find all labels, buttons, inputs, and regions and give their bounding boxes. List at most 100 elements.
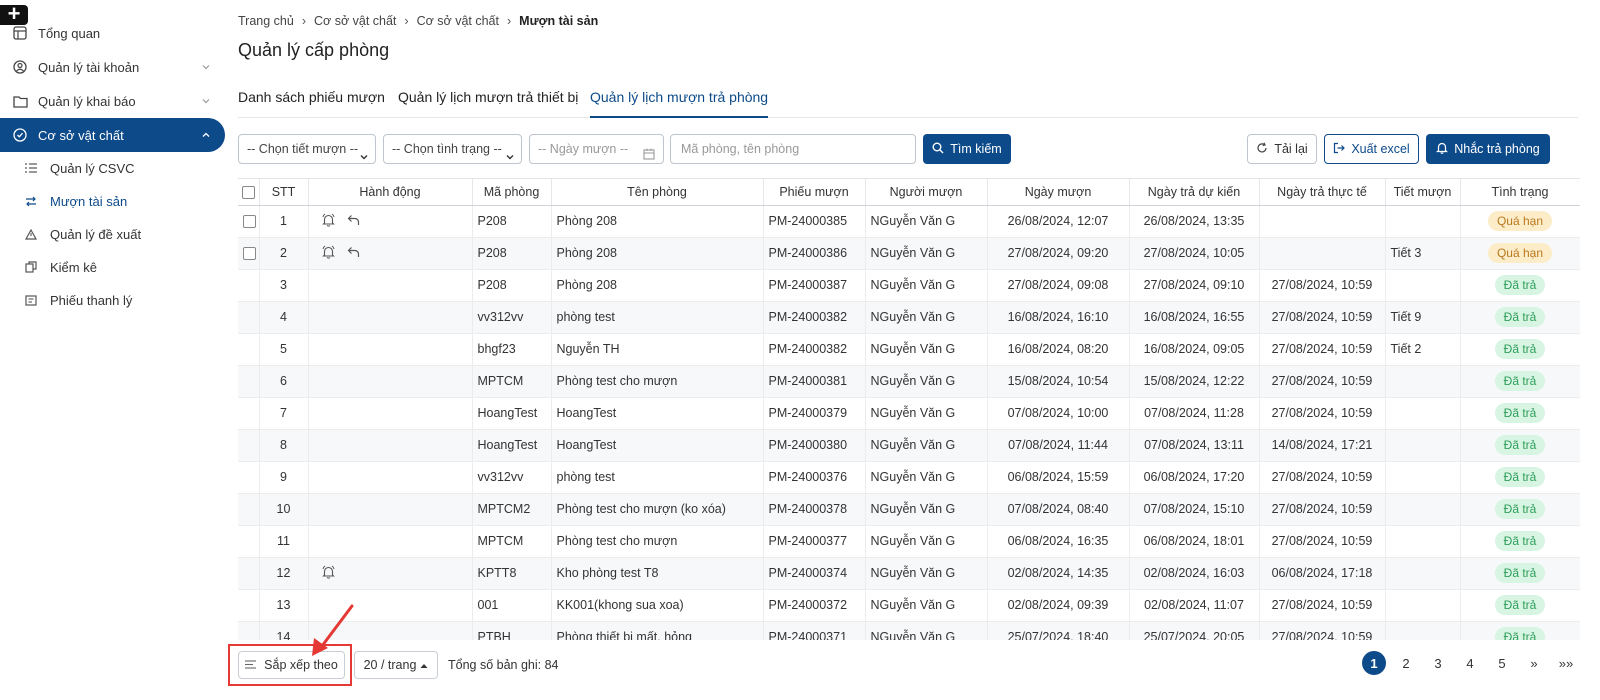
column-header[interactable]: Tên phòng <box>551 179 764 206</box>
bell-icon[interactable] <box>321 245 335 262</box>
sidebar-item-label: Tổng quan <box>38 25 101 41</box>
table-row: 9 vv312vv phòng test PM-24000376 NGuyễn Văn … <box>238 461 1580 494</box>
breadcrumb-item[interactable]: Trang chủ <box>238 14 294 28</box>
row-checkbox[interactable] <box>243 247 256 261</box>
column-header[interactable]: STT <box>259 179 309 206</box>
period-select[interactable]: -- Chọn tiết mượn -- <box>238 134 376 164</box>
cell-period <box>1385 493 1461 526</box>
sidebar-subitem-csvc[interactable]: Quản lý CSVC <box>0 152 225 184</box>
cell-code: PTBH <box>472 621 552 640</box>
row-checkbox[interactable] <box>243 215 256 229</box>
column-header[interactable]: Mã phòng <box>472 179 552 206</box>
undo-icon[interactable] <box>347 214 360 229</box>
row-index: 2 <box>259 237 309 270</box>
bell-icon[interactable] <box>321 565 335 582</box>
page-button-2[interactable]: 2 <box>1394 651 1418 675</box>
page-button-4[interactable]: 4 <box>1458 651 1482 675</box>
page-button-5[interactable]: 5 <box>1490 651 1514 675</box>
column-header[interactable]: Tiết mượn <box>1385 179 1461 206</box>
column-header[interactable]: Phiếu mượn <box>763 179 866 206</box>
cell-borrow-date: 15/08/2024, 10:54 <box>987 365 1130 398</box>
filter-bar: -- Chọn tiết mượn -- -- Chọn tình trạng … <box>238 134 1578 166</box>
cell-borrow-date: 02/08/2024, 09:39 <box>987 589 1130 622</box>
sidebar-item-facilities[interactable]: Cơ sở vật chất <box>0 118 225 152</box>
breadcrumb-item[interactable]: Cơ sở vật chất <box>314 14 396 28</box>
vertical-scrollbar[interactable] <box>1590 0 1600 700</box>
cell-expected: 02/08/2024, 11:07 <box>1129 589 1260 622</box>
tab-borrow-list[interactable]: Danh sách phiếu mượn <box>238 86 385 118</box>
cell-code: HoangTest <box>472 397 552 430</box>
remind-button-label: Nhắc trả phòng <box>1454 142 1540 156</box>
column-header[interactable]: Tình trạng <box>1460 179 1580 206</box>
sidebar-subitem-liquidation[interactable]: Phiếu thanh lý <box>0 284 225 316</box>
cell-period <box>1385 365 1461 398</box>
breadcrumb-item[interactable]: Cơ sở vật chất <box>417 14 499 28</box>
chevron-right-icon: › <box>506 14 512 28</box>
cell-expected: 07/08/2024, 15:10 <box>1129 493 1260 526</box>
breadcrumb: Trang chủ › Cơ sở vật chất › Cơ sở vật c… <box>238 12 598 30</box>
last-page-button[interactable]: »» <box>1554 651 1578 675</box>
sidebar-subitem-proposals[interactable]: Quản lý đề xuất <box>0 218 225 250</box>
cell-name: Phòng thiết bị mất, hỏng <box>551 621 764 640</box>
cell-name: Phòng 208 <box>551 205 764 238</box>
cell-period <box>1385 557 1461 590</box>
sidebar-subitem-borrow-assets[interactable]: Mượn tài sản <box>0 185 225 217</box>
cell-borrower: NGuyễn Văn G <box>865 621 988 640</box>
export-excel-button[interactable]: Xuất excel <box>1324 134 1419 164</box>
cell-ticket: PM-24000378 <box>763 493 866 526</box>
cell-borrower: NGuyễn Văn G <box>865 269 988 302</box>
cell-expected: 16/08/2024, 16:55 <box>1129 301 1260 334</box>
row-index: 8 <box>259 429 309 462</box>
column-header[interactable]: Người mượn <box>865 179 988 206</box>
cell-name: phòng test <box>551 461 764 494</box>
page-size-select[interactable]: 20 / trang <box>354 651 438 679</box>
cell-ticket: PM-24000385 <box>763 205 866 238</box>
next-page-button[interactable]: » <box>1522 651 1546 675</box>
row-index: 4 <box>259 301 309 334</box>
page-button-3[interactable]: 3 <box>1426 651 1450 675</box>
search-icon <box>932 142 944 157</box>
search-button-label: Tìm kiếm <box>950 142 1002 156</box>
select-all-checkbox[interactable] <box>241 185 255 199</box>
cell-actual: 27/08/2024, 10:59 <box>1259 333 1386 366</box>
undo-icon[interactable] <box>347 246 360 261</box>
sidebar-item-accounts[interactable]: Quản lý tài khoản <box>0 50 225 84</box>
column-header[interactable]: Ngày trả thực tế <box>1259 179 1386 206</box>
row-select-cell <box>238 461 260 494</box>
column-header[interactable]: Ngày trả dự kiến <box>1129 179 1260 206</box>
cell-code: MPTCM <box>472 365 552 398</box>
cell-actual: 27/08/2024, 10:59 <box>1259 493 1386 526</box>
reload-button[interactable]: Tải lại <box>1247 134 1317 164</box>
chevron-up-icon <box>201 128 211 143</box>
row-index: 9 <box>259 461 309 494</box>
cell-period <box>1385 525 1461 558</box>
row-select-cell <box>238 493 260 526</box>
cell-status: Đã trả <box>1460 397 1580 430</box>
warning-icon <box>24 227 38 241</box>
row-actions <box>308 333 473 366</box>
borrow-date-picker[interactable]: -- Ngày mượn -- <box>529 134 664 164</box>
column-header[interactable]: Ngày mượn <box>987 179 1130 206</box>
row-actions <box>308 397 473 430</box>
column-header[interactable]: Hành động <box>308 179 473 206</box>
cell-period <box>1385 461 1461 494</box>
cell-expected: 06/08/2024, 17:20 <box>1129 461 1260 494</box>
tab-device-schedule[interactable]: Quản lý lịch mượn trả thiết bị <box>398 86 578 118</box>
status-select[interactable]: -- Chọn tình trạng -- <box>383 134 522 164</box>
sidebar-item-declarations[interactable]: Quản lý khai báo <box>0 84 225 118</box>
cell-status: Đã trả <box>1460 301 1580 334</box>
cell-borrow-date: 07/08/2024, 10:00 <box>987 397 1130 430</box>
page-button-1[interactable]: 1 <box>1362 651 1386 675</box>
page-title: Quản lý cấp phòng <box>238 40 390 60</box>
cell-actual <box>1259 205 1386 238</box>
tab-room-schedule[interactable]: Quản lý lịch mượn trả phòng <box>590 86 769 118</box>
remind-return-button[interactable]: Nhắc trả phòng <box>1426 134 1550 164</box>
status-badge: Đã trả <box>1494 595 1546 615</box>
bell-icon[interactable] <box>321 213 335 230</box>
room-search-input[interactable] <box>670 134 916 164</box>
search-button[interactable]: Tìm kiếm <box>923 134 1011 164</box>
sidebar-item-overview[interactable]: Tổng quan <box>0 16 225 50</box>
sidebar-subitem-inventory[interactable]: Kiểm kê <box>0 251 225 283</box>
user-circle-icon <box>12 59 28 75</box>
select-all-cell[interactable] <box>238 179 260 206</box>
